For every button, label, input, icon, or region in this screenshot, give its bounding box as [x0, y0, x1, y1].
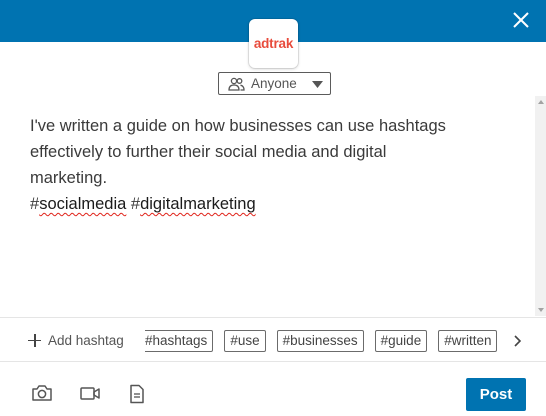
scroll-up-arrow-icon[interactable]	[538, 100, 544, 104]
caret-down-icon	[312, 81, 323, 88]
camera-icon[interactable]	[31, 384, 53, 402]
share-dialog: adtrak Anyone I've written a guide on ho…	[0, 0, 546, 416]
people-icon	[228, 77, 245, 91]
hashtag-suggestion-chip[interactable]: #hashtags	[145, 330, 214, 352]
plus-icon	[28, 333, 41, 347]
document-icon[interactable]	[128, 384, 146, 404]
audience-label: Anyone	[251, 76, 297, 91]
post-text-editor[interactable]: I've written a guide on how businesses c…	[30, 113, 520, 313]
hashtag-suggestion-chip[interactable]: #use	[224, 330, 266, 352]
scroll-down-arrow-icon[interactable]	[538, 308, 544, 312]
hashtag-link[interactable]: digitalmarketing	[140, 195, 256, 213]
hashtag-link[interactable]: socialmedia	[39, 195, 126, 213]
post-text-line: I've written a guide on how businesses c…	[30, 117, 446, 135]
close-icon[interactable]	[510, 9, 532, 31]
add-hashtag-label: Add hashtag	[48, 332, 124, 348]
video-icon[interactable]	[79, 384, 101, 402]
chevron-right-icon[interactable]	[512, 334, 522, 348]
post-text-line: effectively to further their social medi…	[30, 143, 387, 161]
hashtag-suggestion-chip[interactable]: #businesses	[276, 330, 364, 352]
audience-selector[interactable]: Anyone	[218, 72, 331, 95]
post-toolbar: Post	[0, 361, 546, 416]
hashtag-suggestion-chip[interactable]: #guide	[374, 330, 428, 352]
post-text-line: marketing.	[30, 169, 108, 187]
company-logo-text: adtrak	[253, 36, 294, 51]
post-hashtags-line: #socialmedia #digitalmarketing	[30, 195, 256, 213]
post-button[interactable]: Post	[466, 378, 526, 411]
hashtag-suggestion-chip[interactable]: #written	[438, 330, 497, 352]
editor-scrollbar[interactable]	[535, 96, 546, 316]
company-logo: adtrak	[249, 19, 298, 68]
hashtag-bar: Add hashtag #hashtags #use #businesses #…	[0, 317, 546, 361]
hashtag-suggestions: #hashtags #use #businesses #guide #writt…	[145, 330, 497, 352]
add-hashtag-button[interactable]: Add hashtag	[28, 330, 124, 350]
